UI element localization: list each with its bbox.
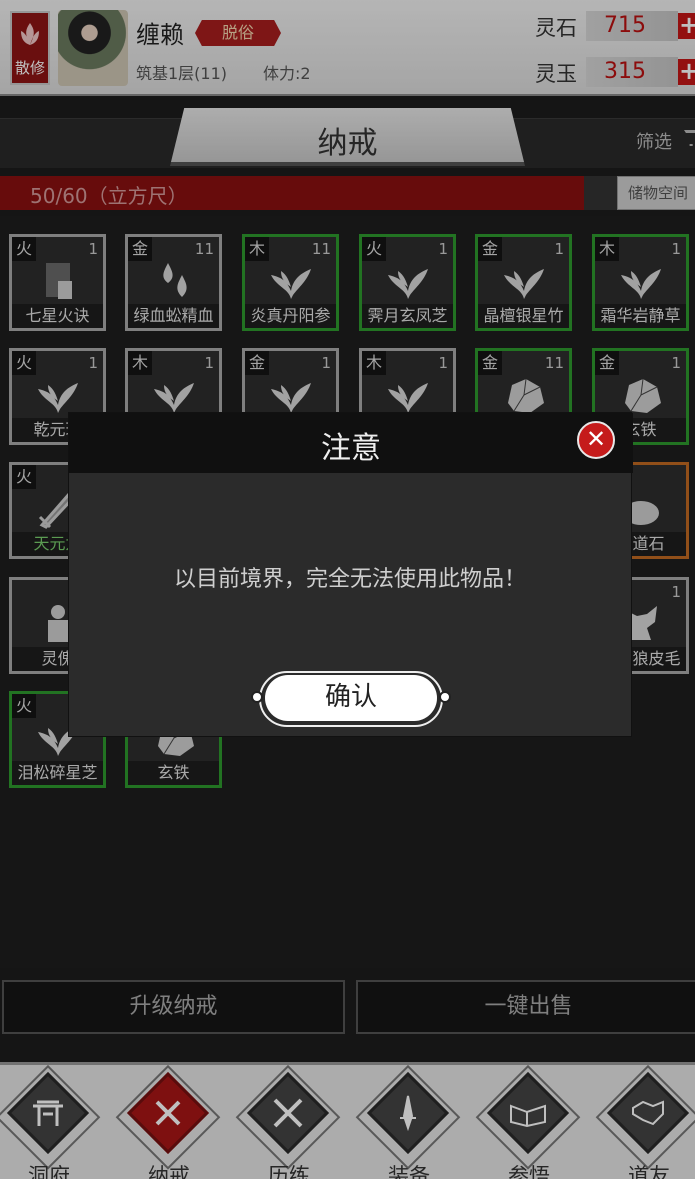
- confirm-button[interactable]: 确认: [265, 675, 437, 721]
- close-icon[interactable]: ✕: [577, 421, 615, 459]
- notice-dialog: 注意 ✕ 以目前境界，完全无法使用此物品！ 确认: [68, 412, 633, 737]
- button-ornament-left: [251, 691, 263, 703]
- bag-screen: { "header": { "sect": "散修", "name": "缠赖"…: [0, 0, 695, 1179]
- dialog-header: 注意 ✕: [69, 413, 633, 473]
- dialog-title: 注意: [321, 431, 381, 466]
- dialog-message: 以目前境界，完全无法使用此物品！: [173, 567, 526, 592]
- button-ornament-right: [439, 691, 451, 703]
